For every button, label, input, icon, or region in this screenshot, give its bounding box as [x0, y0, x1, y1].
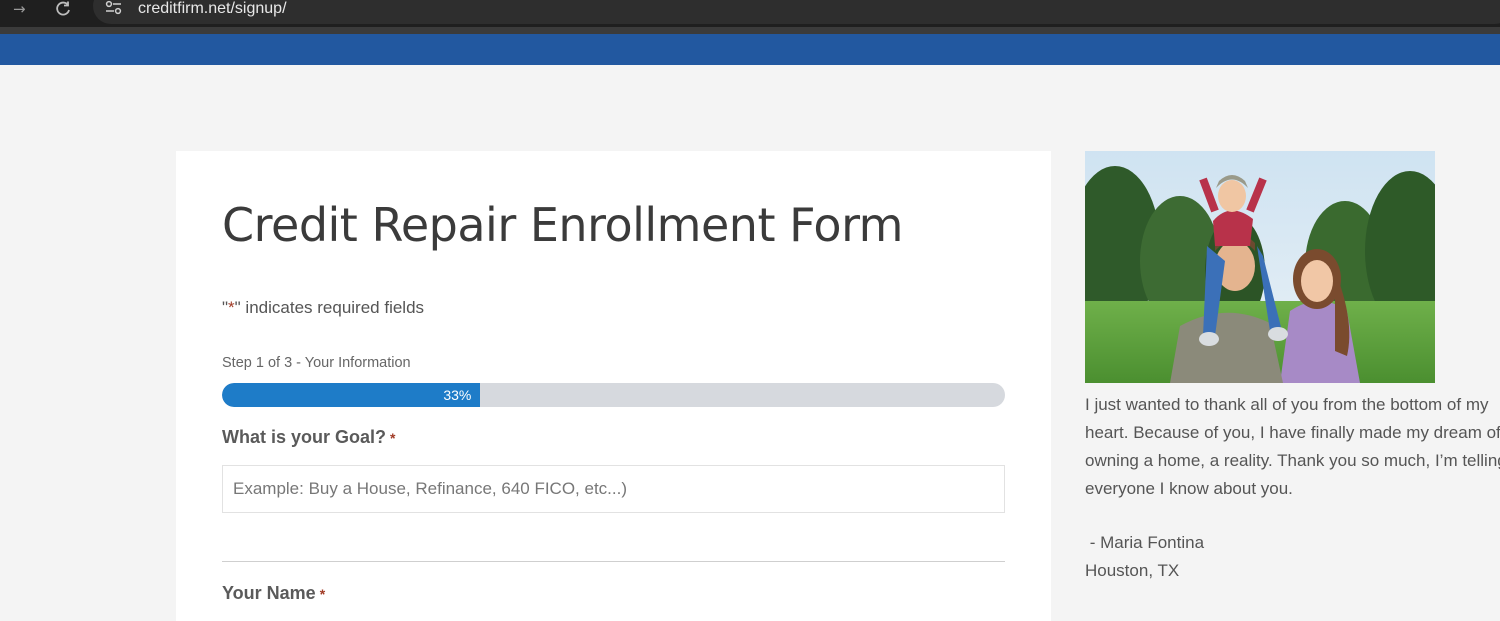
browser-strip — [0, 27, 1500, 34]
progress-bar: 33% — [222, 383, 1005, 407]
required-star: * — [228, 298, 235, 317]
url-text[interactable]: creditfirm.net/signup/ — [138, 0, 287, 18]
testimonial-photo — [1085, 151, 1435, 383]
testimonial-quote: I just wanted to thank all of you from t… — [1085, 391, 1500, 503]
testimonial-location: Houston, TX — [1085, 561, 1180, 580]
forward-arrow-icon[interactable]: → — [13, 0, 26, 18]
testimonial-author: - Maria Fontina — [1085, 533, 1205, 552]
progress-fill: 33% — [222, 383, 481, 407]
site-header — [0, 34, 1500, 65]
name-label-text: Your Name — [222, 583, 316, 603]
browser-toolbar: → creditfirm.net/signup/ — [0, 0, 1500, 27]
goal-input[interactable] — [222, 465, 1005, 513]
goal-label-text: What is your Goal? — [222, 427, 387, 447]
section-divider — [222, 561, 1005, 562]
testimonial-author-block: - Maria Fontina Houston, TX — [1085, 529, 1204, 585]
enrollment-form-card: Credit Repair Enrollment Form "*" indica… — [176, 151, 1051, 621]
progress-text: 33% — [443, 387, 472, 403]
required-note-text: " indicates required fields — [234, 298, 425, 317]
address-bar[interactable] — [93, 0, 1500, 24]
page-title: Credit Repair Enrollment Form — [222, 198, 903, 252]
goal-label: What is your Goal? * — [222, 427, 395, 448]
testimonial-body: I just wanted to thank all of you from t… — [1085, 395, 1500, 498]
goal-required-star: * — [390, 430, 396, 446]
name-label: Your Name * — [222, 583, 325, 604]
site-info-icon[interactable] — [104, 0, 124, 18]
reload-icon[interactable] — [55, 0, 71, 18]
step-label: Step 1 of 3 - Your Information — [222, 355, 411, 371]
required-fields-note: "*" indicates required fields — [222, 298, 424, 318]
name-required-star: * — [319, 586, 326, 602]
